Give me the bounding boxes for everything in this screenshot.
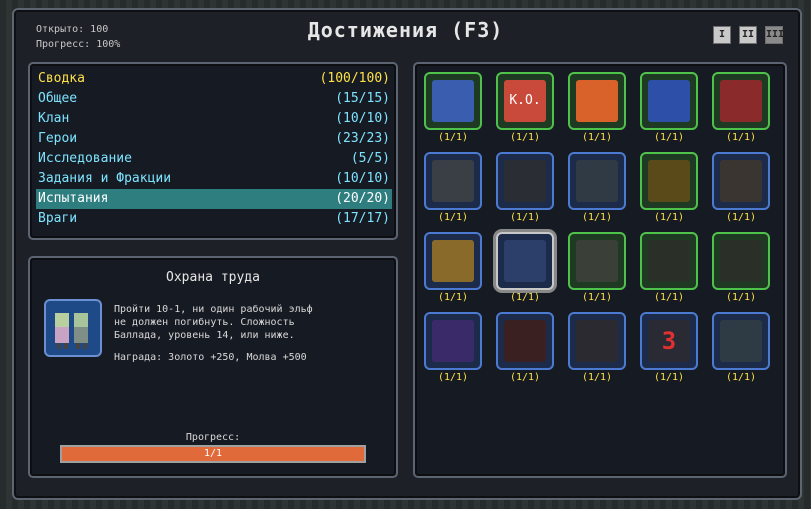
achievement-tile[interactable] (568, 152, 626, 210)
category-count: (10/10) (335, 171, 390, 186)
category-count: (5/5) (350, 151, 390, 166)
achievement-count: (1/1) (653, 372, 685, 383)
category-count: (17/17) (335, 211, 390, 226)
potions-icon (432, 320, 474, 362)
category-count: (20/20) (335, 191, 390, 206)
burst-icon (432, 160, 474, 202)
category-name: Герои (38, 131, 78, 146)
progress-label: Прогресс: (185, 432, 241, 443)
view-button-2[interactable]: II (739, 26, 757, 44)
achievement-tile[interactable] (424, 72, 482, 130)
view-button-3[interactable]: III (765, 26, 784, 44)
achievement-tile[interactable] (568, 232, 626, 290)
shield-gem-icon (720, 320, 762, 362)
scroll-icon (432, 80, 474, 122)
category-item[interactable]: Задания и Фракции (10/10) (36, 169, 392, 189)
category-name: Враги (38, 211, 78, 226)
achievement-tile[interactable] (712, 232, 770, 290)
category-count: (15/15) (335, 91, 390, 106)
achievement-tile[interactable] (640, 232, 698, 290)
achievement-tile[interactable] (712, 312, 770, 370)
achievement-tile[interactable] (496, 312, 554, 370)
achievement-count: (1/1) (725, 212, 757, 223)
trap-icon (720, 240, 762, 282)
achievement-count: (1/1) (437, 212, 469, 223)
achievement-tile[interactable] (640, 72, 698, 130)
achievement-tile[interactable] (424, 152, 482, 210)
category-count: (100/100) (319, 71, 390, 86)
achievement-count: (1/1) (581, 292, 613, 303)
crossed-fire-icon (576, 80, 618, 122)
achievement-count: (1/1) (581, 132, 613, 143)
achievement-tile[interactable] (424, 232, 482, 290)
achievement-count: (1/1) (437, 292, 469, 303)
view-button-1[interactable]: I (713, 26, 731, 44)
hourglass-icon (720, 160, 762, 202)
horn-icon (576, 320, 618, 362)
pot-icon (432, 240, 474, 282)
category-count: (23/23) (335, 131, 390, 146)
achievement-count: (1/1) (437, 372, 469, 383)
achievement-tile[interactable] (712, 72, 770, 130)
category-name: Задания и Фракции (38, 171, 172, 186)
elf-workers-icon (504, 240, 546, 282)
category-name: Испытания (38, 191, 109, 206)
prisoner-icon (648, 240, 690, 282)
achievement-tile[interactable] (496, 152, 554, 210)
achievement-tile[interactable]: 3 (640, 312, 698, 370)
category-name: Клан (38, 111, 70, 126)
water-drops-icon (576, 160, 618, 202)
achievement-count: (1/1) (509, 292, 541, 303)
gold-scroll-icon (648, 160, 690, 202)
category-name: Общее (38, 91, 78, 106)
achievement-count: (1/1) (581, 372, 613, 383)
category-item[interactable]: Сводка (100/100) (36, 69, 392, 89)
achievement-count: (1/1) (437, 132, 469, 143)
achievement-tile[interactable] (568, 72, 626, 130)
achievement-tile[interactable] (424, 312, 482, 370)
achievement-tile[interactable] (568, 312, 626, 370)
achievement-tile[interactable] (496, 232, 554, 290)
achievement-reward: Награда: Золото +250, Молва +500 (114, 352, 307, 363)
elf-workers-icon (44, 299, 102, 357)
achievement-glyph: K.O. (509, 93, 541, 108)
crosshair-icon (504, 320, 546, 362)
wheel-icon (648, 80, 690, 122)
progress-text: 1/1 (203, 448, 223, 459)
category-item[interactable]: Клан (10/10) (36, 109, 392, 129)
category-item[interactable]: Общее (15/15) (36, 89, 392, 109)
achievement-count: (1/1) (653, 212, 685, 223)
window-title: Достижения (F3) (307, 18, 504, 42)
achievement-glyph: 3 (661, 327, 677, 355)
achievement-tile[interactable] (712, 152, 770, 210)
category-name: Исследование (38, 151, 132, 166)
achievement-count: (1/1) (725, 372, 757, 383)
category-count: (10/10) (335, 111, 390, 126)
category-name: Сводка (38, 71, 85, 86)
blood-wall-icon (576, 240, 618, 282)
achievement-tile[interactable] (640, 152, 698, 210)
achievement-count: (1/1) (509, 212, 541, 223)
category-item[interactable]: Исследование (5/5) (36, 149, 392, 169)
achievement-count: (1/1) (509, 132, 541, 143)
achievement-count: (1/1) (581, 212, 613, 223)
category-item[interactable]: Герои (23/23) (36, 129, 392, 149)
category-item[interactable]: Испытания (20/20) (36, 189, 392, 209)
progress-bar: 1/1 (60, 445, 366, 463)
achievement-count: (1/1) (509, 372, 541, 383)
achievement-tile[interactable]: K.O. (496, 72, 554, 130)
achievement-count: (1/1) (653, 292, 685, 303)
achievement-count: (1/1) (653, 132, 685, 143)
rune-circle-icon (504, 160, 546, 202)
achievement-count: (1/1) (725, 132, 757, 143)
achievement-description: Пройти 10-1, ни один рабочий эльф не дол… (114, 304, 313, 341)
achievement-count: (1/1) (725, 292, 757, 303)
crossed-potion-icon (720, 80, 762, 122)
category-item[interactable]: Враги (17/17) (36, 209, 392, 229)
achievement-title: Охрана труда (166, 270, 260, 285)
